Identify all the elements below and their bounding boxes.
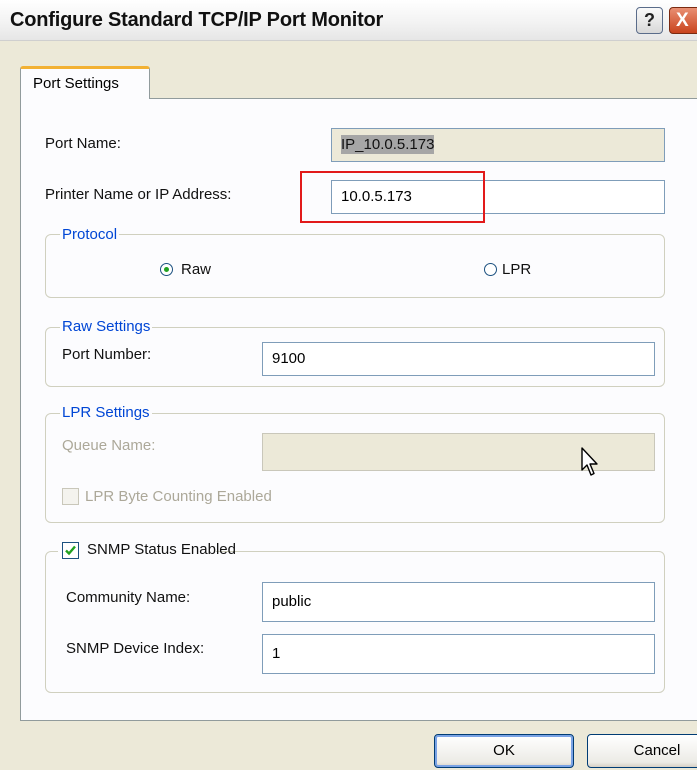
snmp-enabled-option[interactable]: SNMP Status Enabled (58, 540, 236, 562)
port-number-field[interactable]: 9100 (262, 342, 655, 376)
snmp-enabled-label: SNMP Status Enabled (87, 541, 236, 558)
port-number-label: Port Number: (62, 346, 152, 363)
radio-raw-label: Raw (181, 261, 212, 278)
tab-port-settings[interactable]: Port Settings (20, 66, 150, 99)
device-index-field[interactable]: 1 (262, 634, 655, 674)
protocol-group (45, 234, 665, 298)
help-button[interactable]: ? (636, 7, 663, 34)
protocol-legend: Protocol (60, 226, 120, 243)
raw-settings-legend: Raw Settings (60, 318, 153, 335)
help-icon: ? (644, 10, 655, 30)
port-number-value: 9100 (272, 350, 306, 367)
port-name-label: Port Name: (45, 135, 121, 152)
radio-selected-dot (164, 267, 169, 272)
lpr-settings-legend: LPR Settings (60, 404, 152, 421)
cancel-button[interactable]: Cancel (587, 734, 697, 768)
community-name-value: public (272, 593, 312, 610)
tab-label: Port Settings (33, 75, 119, 92)
radio-lpr-label: LPR (502, 261, 532, 278)
port-name-field[interactable]: IP_10.0.5.173 (331, 128, 665, 162)
community-name-field[interactable]: public (262, 582, 655, 622)
printer-address-label: Printer Name or IP Address: (45, 186, 232, 203)
lpr-byte-counting-label: LPR Byte Counting Enabled (85, 488, 272, 505)
mouse-cursor-icon (581, 447, 598, 476)
radio-raw[interactable] (160, 263, 173, 276)
close-icon: X (676, 10, 689, 31)
highlight-box (300, 171, 485, 223)
snmp-enabled-checkbox[interactable] (62, 542, 79, 559)
radio-lpr[interactable] (484, 263, 497, 276)
lpr-byte-counting-checkbox[interactable] (62, 488, 79, 505)
port-name-value: IP_10.0.5.173 (341, 135, 435, 154)
checkmark-icon (65, 545, 76, 556)
device-index-label: SNMP Device Index: (66, 640, 205, 657)
close-button[interactable]: X (669, 7, 697, 34)
community-name-label: Community Name: (66, 589, 191, 606)
ok-button[interactable]: OK (434, 734, 574, 768)
device-index-value: 1 (272, 645, 281, 662)
window-title: Configure Standard TCP/IP Port Monitor (10, 9, 384, 31)
queue-name-label: Queue Name: (62, 437, 156, 454)
